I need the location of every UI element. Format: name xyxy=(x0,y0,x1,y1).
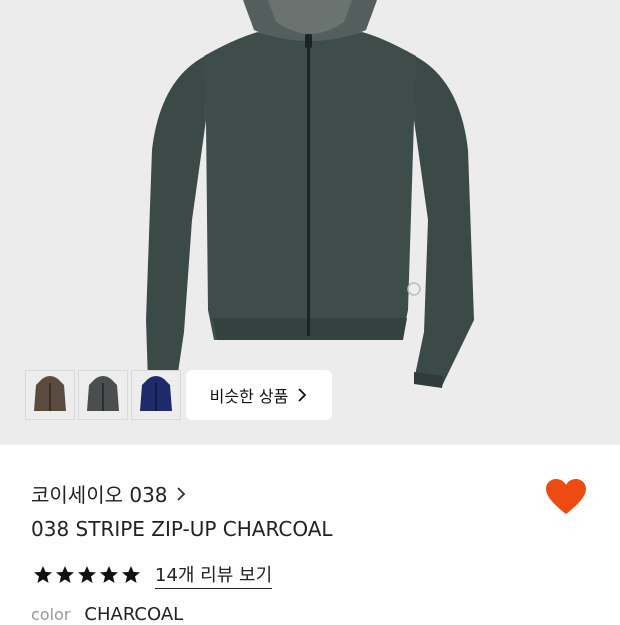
star-icon xyxy=(34,566,52,583)
star-rating xyxy=(33,565,141,585)
brand-link[interactable]: 코이세이오 038 xyxy=(31,479,186,508)
star-icon xyxy=(100,566,118,583)
star-icon xyxy=(56,566,74,583)
similar-products-button[interactable]: 비슷한 상품 xyxy=(186,370,332,420)
color-value: CHARCOAL xyxy=(84,604,184,625)
hoodie-thumbnail-icon xyxy=(87,376,119,411)
product-image-area: 비슷한 상품 xyxy=(0,0,620,445)
reviews-link[interactable]: 14개 리뷰 보기 xyxy=(155,561,273,589)
chevron-right-icon xyxy=(176,486,185,501)
brand-name: 코이세이오 038 xyxy=(31,483,168,507)
variant-thumbnail-navy[interactable] xyxy=(131,370,181,420)
rating-row: 14개 리뷰 보기 xyxy=(33,561,273,589)
chevron-right-icon xyxy=(298,388,307,402)
color-option-row: color CHARCOAL xyxy=(31,604,183,625)
variant-thumbnail-brown[interactable] xyxy=(25,370,75,420)
color-label: color xyxy=(31,605,71,624)
color-variant-thumbnails xyxy=(25,370,181,420)
star-icon xyxy=(122,566,140,583)
hoodie-thumbnail-icon xyxy=(34,376,66,411)
product-title: 038 STRIPE ZIP-UP CHARCOAL xyxy=(31,517,333,541)
similar-products-label: 비슷한 상품 xyxy=(209,387,289,406)
hoodie-thumbnail-icon xyxy=(140,376,172,411)
heart-icon[interactable] xyxy=(545,478,587,516)
variant-thumbnail-charcoal[interactable] xyxy=(78,370,128,420)
star-icon xyxy=(78,566,96,583)
